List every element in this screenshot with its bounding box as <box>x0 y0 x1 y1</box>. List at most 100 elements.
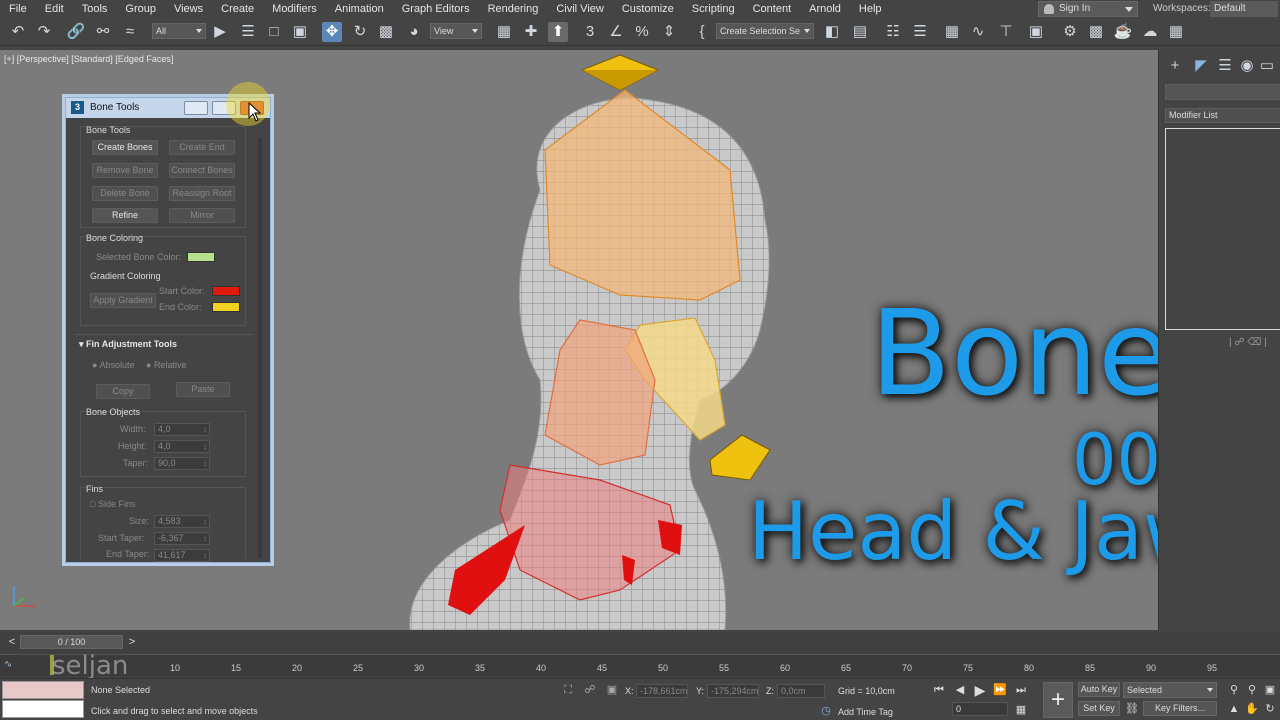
set-key-button[interactable]: Set Key <box>1078 701 1120 716</box>
toggle-ribbon-icon[interactable]: ▦ <box>942 22 962 42</box>
stack-controls-icon[interactable]: | ☍ ⌫ | <box>1229 337 1280 351</box>
selection-lock-icon[interactable]: ☍ <box>582 682 598 698</box>
workspace-dropdown[interactable]: Default <box>1210 1 1278 17</box>
spinner-snap-icon[interactable]: ⇕ <box>659 22 679 42</box>
start-color-swatch[interactable] <box>212 286 240 296</box>
copy-button[interactable]: Copy <box>96 384 150 399</box>
remove-bone-button[interactable]: Remove Bone <box>92 163 158 178</box>
go-to-start-icon[interactable]: ⏮ <box>931 682 947 698</box>
zoom-all-icon[interactable]: ⚲ <box>1244 682 1260 698</box>
pivot-center-icon[interactable]: ▦ <box>494 22 514 42</box>
absolute-radio[interactable]: ● Absolute <box>92 360 134 370</box>
selection-filter-dropdown[interactable]: All <box>152 23 206 39</box>
sign-in-dropdown[interactable]: Sign In <box>1038 1 1138 17</box>
size-spinner[interactable]: 4,583 <box>154 515 210 528</box>
orbit-icon[interactable]: ↻ <box>1262 701 1278 717</box>
width-spinner[interactable]: 4,0 <box>154 423 210 436</box>
place-icon[interactable]: ◕ <box>404 22 424 42</box>
prev-frame-icon[interactable]: < <box>4 634 20 650</box>
relative-radio[interactable]: ● Relative <box>146 360 186 370</box>
unlink-icon[interactable]: ⚯ <box>93 22 113 42</box>
select-object-icon[interactable]: ▶ <box>210 22 230 42</box>
menu-civil-view[interactable]: Civil View <box>547 3 612 15</box>
menu-help[interactable]: Help <box>850 3 891 15</box>
mirror-button[interactable]: Mirror <box>169 208 235 223</box>
set-key-big-icon[interactable]: + <box>1043 682 1073 718</box>
menu-rendering[interactable]: Rendering <box>479 3 548 15</box>
zoom-extents-icon[interactable]: ▣ <box>1262 682 1278 698</box>
maxscript-input-mini[interactable] <box>2 700 84 718</box>
motion-tab-icon[interactable]: ◉ <box>1237 56 1257 76</box>
key-mode-dropdown[interactable]: Selected <box>1123 682 1217 698</box>
undo-icon[interactable]: ↶ <box>8 22 28 42</box>
end-color-swatch[interactable] <box>212 302 240 312</box>
frame-ruler[interactable]: ∿ seljan 10 15 20 25 30 35 40 45 50 55 6… <box>0 651 1280 681</box>
create-tab-icon[interactable]: + <box>1165 56 1185 76</box>
link-icon[interactable]: 🔗 <box>66 22 86 42</box>
window-crossing-icon[interactable]: ▣ <box>290 22 310 42</box>
go-to-end-icon[interactable]: ⏭ <box>1013 682 1029 698</box>
apply-gradient-button[interactable]: Apply Gradient <box>90 293 156 308</box>
scene-explorer-icon[interactable]: ☷ <box>883 22 903 42</box>
menu-animation[interactable]: Animation <box>326 3 393 15</box>
refine-button[interactable]: Refine <box>92 208 158 223</box>
y-coordinate-field[interactable]: -175,294cm <box>707 684 759 698</box>
current-frame-field[interactable]: 0 <box>952 702 1008 716</box>
keyboard-shortcut-icon[interactable]: ⬆ <box>548 22 568 42</box>
menu-edit[interactable]: Edit <box>36 3 73 15</box>
angle-snap-icon[interactable]: ∠ <box>606 22 626 42</box>
viewport-label[interactable]: [+] [Perspective] [Standard] [Edged Face… <box>4 54 173 64</box>
time-configuration-icon[interactable]: ▦ <box>1013 702 1029 718</box>
modify-tab-icon[interactable]: ◤ <box>1191 56 1211 76</box>
menu-views[interactable]: Views <box>165 3 212 15</box>
absolute-mode-icon[interactable]: ▣ <box>604 682 620 698</box>
zoom-icon[interactable]: ⚲ <box>1226 682 1242 698</box>
scale-icon[interactable]: ▩ <box>376 22 396 42</box>
redo-icon[interactable]: ↷ <box>34 22 54 42</box>
menu-content[interactable]: Content <box>744 3 801 15</box>
menu-graph-editors[interactable]: Graph Editors <box>393 3 479 15</box>
z-coordinate-field[interactable]: 0,0cm <box>777 684 825 698</box>
connect-bones-button[interactable]: Connect Bones <box>169 163 235 178</box>
previous-key-icon[interactable]: ◀ <box>952 682 968 698</box>
time-tag-icon[interactable]: ◷ <box>818 703 834 719</box>
render-setup-icon[interactable]: ⚙ <box>1060 22 1080 42</box>
rotate-icon[interactable]: ↻ <box>350 22 370 42</box>
dialog-scrollbar[interactable] <box>258 138 262 558</box>
select-manipulate-icon[interactable]: ✚ <box>521 22 541 42</box>
time-slider[interactable]: 0 / 100 <box>20 635 123 649</box>
render-more-icon[interactable]: ▦ <box>1166 22 1186 42</box>
modifier-list-dropdown[interactable]: Modifier List <box>1165 108 1280 123</box>
align-icon[interactable]: ▤ <box>850 22 870 42</box>
layer-explorer-icon[interactable]: ☰ <box>910 22 930 42</box>
curve-editor-toggle-icon[interactable]: ∿ <box>4 659 12 670</box>
key-filter-toggle-icon[interactable]: ⛓ <box>1124 701 1140 717</box>
side-fins-checkbox[interactable]: □ Side Fins <box>90 499 135 509</box>
menu-modifiers[interactable]: Modifiers <box>263 3 326 15</box>
paste-button[interactable]: Paste <box>176 382 230 397</box>
mirror-icon[interactable]: ◧ <box>822 22 842 42</box>
create-bones-button[interactable]: Create Bones <box>92 140 158 155</box>
height-spinner[interactable]: 4,0 <box>154 440 210 453</box>
minimize-button[interactable] <box>184 101 208 115</box>
play-icon[interactable]: ▶ <box>972 682 988 698</box>
snaps-toggle-icon[interactable]: 3 <box>580 22 600 42</box>
menu-customize[interactable]: Customize <box>613 3 683 15</box>
rectangular-selection-icon[interactable]: □ <box>264 22 284 42</box>
next-key-icon[interactable]: ⏩ <box>992 682 1008 698</box>
create-end-button[interactable]: Create End <box>169 140 235 155</box>
menu-create[interactable]: Create <box>212 3 263 15</box>
reassign-root-button[interactable]: Reassign Root <box>169 186 235 201</box>
select-by-name-icon[interactable]: ☰ <box>238 22 258 42</box>
menu-scripting[interactable]: Scripting <box>683 3 744 15</box>
menu-arnold[interactable]: Arnold <box>800 3 850 15</box>
x-coordinate-field[interactable]: -178,661cm <box>636 684 688 698</box>
pan-icon[interactable]: ✋ <box>1244 701 1260 717</box>
add-time-tag[interactable]: Add Time Tag <box>838 707 893 717</box>
isolate-selection-icon[interactable]: ⛶ <box>560 682 576 698</box>
fin-adjustment-rollout-header[interactable]: ▾ Fin Adjustment Tools <box>79 339 177 350</box>
object-name-field[interactable] <box>1165 84 1280 100</box>
modifier-stack[interactable] <box>1165 128 1280 330</box>
reference-coordinate-dropdown[interactable]: View <box>430 23 482 39</box>
rendered-frame-window-icon[interactable]: ▩ <box>1086 22 1106 42</box>
